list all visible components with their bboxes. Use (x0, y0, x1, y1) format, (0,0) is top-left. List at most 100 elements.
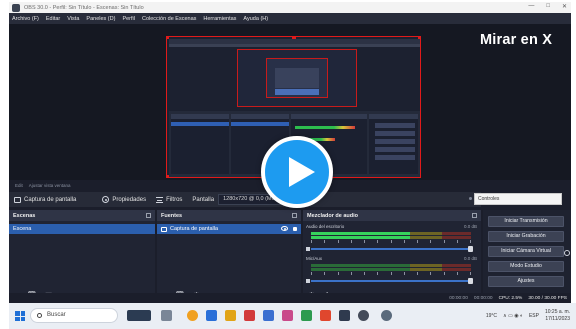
dock-float-icon[interactable] (292, 213, 297, 218)
settings-button[interactable]: Ajustes (488, 276, 564, 287)
menu-paneles[interactable]: Paneles (D) (86, 16, 115, 22)
app-icon[interactable] (320, 310, 331, 321)
gear-icon[interactable] (564, 250, 570, 256)
scale-tick (470, 272, 471, 275)
nested-dock (369, 114, 418, 174)
fader-knob[interactable] (468, 278, 473, 284)
task-view-thumbnail[interactable] (127, 310, 151, 321)
weather-label[interactable]: 19°C (486, 313, 497, 319)
scale-tick (470, 240, 471, 243)
nested-capture-preview (237, 49, 357, 107)
title-bar: OBS 30.0 - Perfil: Sin Título - Escenas:… (9, 2, 571, 13)
app-icon[interactable] (244, 310, 255, 321)
taskbar-search[interactable]: Buscar (30, 308, 118, 323)
source-item[interactable]: Captura de pantalla (157, 224, 301, 234)
meter-scale (311, 272, 471, 277)
nested-capture-inner (266, 58, 328, 98)
obs-logo-icon (12, 3, 20, 12)
speaker-icon[interactable] (306, 247, 310, 251)
scale-tick (403, 240, 405, 243)
dock-float-icon[interactable] (146, 213, 151, 218)
lock-icon[interactable] (293, 227, 297, 231)
volume-fader[interactable] (311, 246, 473, 252)
scale-tick (390, 272, 392, 275)
filters-button[interactable]: Filtros (156, 196, 182, 203)
app-icon[interactable] (381, 310, 392, 321)
stream-time: 00:00:00 (449, 295, 468, 301)
minimize-button[interactable]: — (528, 3, 534, 10)
rec-time: 00:00:00 (473, 295, 493, 301)
studio-mode-button[interactable]: Modo Estudio (488, 261, 564, 272)
eye-icon[interactable] (281, 226, 288, 231)
app-icon[interactable] (358, 310, 369, 321)
scale-tick (430, 272, 432, 275)
scale-tick (364, 240, 365, 243)
speaker-icon[interactable] (306, 279, 310, 283)
monitor-icon (161, 226, 167, 232)
scene-item[interactable]: Escena (9, 224, 155, 234)
volume-fader[interactable] (311, 278, 473, 284)
obs-taskbar-icon[interactable] (339, 310, 350, 321)
store-icon[interactable] (263, 310, 274, 321)
channel-name: Audio del escritorio (306, 224, 345, 229)
cpu-usage: CPU: 2.5% (498, 295, 523, 301)
taskview-icon[interactable] (161, 310, 172, 321)
scenes-dock: Escenas Escena + 🗑 ▤ ∧ ∨ (9, 210, 155, 303)
close-button[interactable]: ✕ (562, 3, 567, 10)
maximize-button[interactable]: □ (546, 3, 550, 10)
start-recording-button[interactable]: Iniciar Grabación (488, 231, 564, 242)
menu-perfil[interactable]: Perfil (122, 16, 135, 22)
fader-knob[interactable] (468, 246, 473, 252)
menu-ayuda[interactable]: Ayuda (H) (243, 16, 268, 22)
scale-tick (311, 272, 312, 275)
start-virtual-camera-button[interactable]: Iniciar Cámara Virtual (488, 246, 564, 257)
menu-vista[interactable]: Vista (67, 16, 79, 22)
play-button[interactable] (261, 136, 333, 208)
windows-start-icon[interactable] (15, 311, 25, 321)
scale-tick (350, 272, 352, 275)
scale-tick (377, 272, 379, 275)
meter-scale (311, 240, 471, 245)
scale-tick (417, 272, 418, 275)
scene-line-fit[interactable]: Ajustar vista ventana (29, 183, 71, 188)
menu-herramientas[interactable]: Herramientas (203, 16, 236, 22)
menu-archivo[interactable]: Archivo (F) (12, 16, 39, 22)
volume-meter (311, 236, 471, 239)
search-icon (37, 313, 42, 318)
nested-capture-block (275, 68, 319, 88)
scene-line-edit[interactable]: Edit (15, 183, 23, 188)
dock-float-icon[interactable] (472, 213, 477, 218)
app-icon[interactable] (282, 310, 293, 321)
scale-tick (456, 240, 458, 243)
gear-icon (102, 196, 110, 203)
app-icon[interactable] (301, 310, 312, 321)
channel-name: Mic/Aux (306, 256, 323, 261)
more-options-icon[interactable] (469, 197, 472, 200)
nested-capture-toolbar (169, 44, 420, 47)
scale-tick (337, 240, 339, 243)
window-controls: — □ ✕ (528, 3, 567, 10)
system-tray: 19°C ∧ ▭ ◉ ◐ ESP 10:25 a. m. 17/11/2023 (486, 306, 570, 326)
sources-title: Fuentes (161, 212, 183, 219)
start-streaming-button[interactable]: Iniciar Transmisión (488, 216, 564, 227)
controls-dock: Iniciar Transmisión Iniciar Grabación In… (483, 210, 571, 303)
clock[interactable]: 10:25 a. m. 17/11/2023 (545, 309, 570, 323)
menu-bar: Archivo (F) Editar Vista Paneles (D) Per… (9, 13, 571, 24)
scale-tick (430, 240, 432, 243)
volume-meter (311, 264, 471, 267)
controls-header: Controles (474, 193, 562, 205)
folder-icon[interactable] (225, 310, 236, 321)
sources-header: Fuentes (157, 210, 301, 221)
tray-icons[interactable]: ∧ ▭ ◉ ◐ (503, 313, 523, 319)
edge-icon[interactable] (206, 310, 217, 321)
watch-on-x-label[interactable]: Mirar en X (480, 32, 552, 48)
volume-meter (311, 268, 471, 271)
filter-icon (156, 196, 164, 203)
audio-mixer-dock: Mezclador de audio Audio del escritorio … (303, 210, 481, 303)
language-label[interactable]: ESP (529, 313, 539, 319)
menu-editar[interactable]: Editar (46, 16, 60, 22)
properties-button[interactable]: Propiedades (102, 196, 146, 203)
scale-tick (377, 240, 379, 243)
menu-coleccion[interactable]: Colección de Escenas (142, 16, 196, 22)
chrome-icon[interactable] (187, 310, 198, 321)
